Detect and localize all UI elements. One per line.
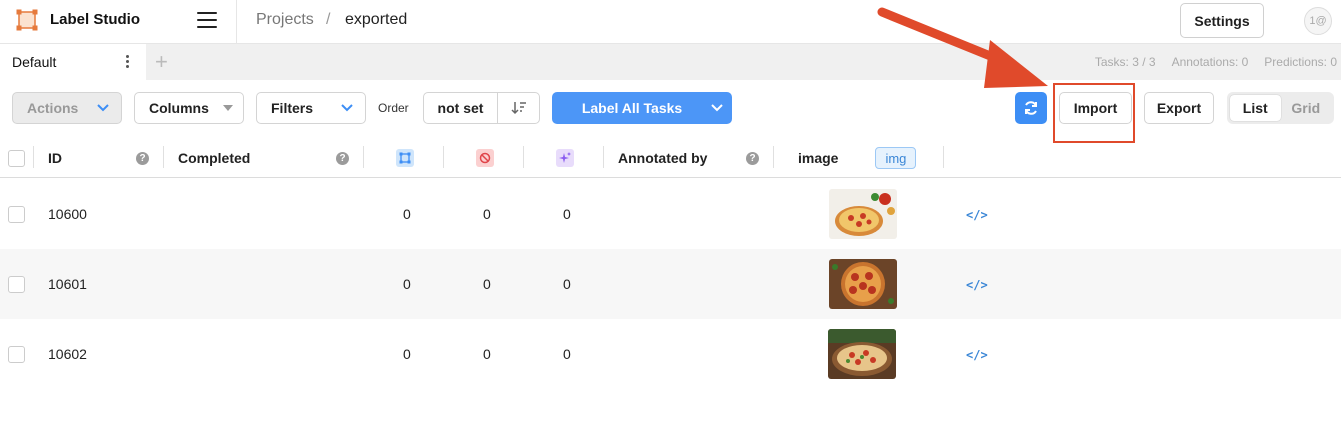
add-tab-button[interactable]: + — [155, 49, 168, 75]
order-value[interactable]: not set — [424, 93, 498, 123]
tab-default-label: Default — [12, 54, 57, 70]
column-header-image[interactable]: image img — [798, 138, 917, 178]
select-all-checkbox[interactable] — [8, 138, 25, 178]
row-checkbox[interactable] — [8, 179, 25, 249]
view-data-code-icon[interactable]: </> — [966, 348, 988, 362]
filters-dropdown[interactable]: Filters — [256, 92, 366, 124]
help-icon[interactable]: ? — [336, 138, 349, 178]
chevron-down-icon — [341, 104, 353, 112]
cancelled-count: 0 — [483, 276, 491, 292]
view-tabs-bar: Default + Tasks: 3 / 3 Annotations: 0 Pr… — [0, 44, 1341, 80]
help-icon[interactable]: ? — [136, 138, 149, 178]
order-label: Order — [378, 101, 409, 115]
total-annotations-count: 0 — [403, 206, 411, 222]
table-row[interactable]: 10600 0 0 0 </> — [0, 179, 1341, 249]
predictions-count: Predictions: 0 — [1264, 55, 1337, 69]
pizza-image-thumbnail[interactable] — [829, 259, 897, 309]
label-studio-logo-icon[interactable] — [16, 9, 38, 31]
pizza-image-thumbnail[interactable] — [828, 329, 896, 379]
top-navigation-bar: Label Studio Projects / exported Setting… — [0, 0, 1341, 44]
task-id: 10600 — [48, 206, 87, 222]
cancelled-count: 0 — [483, 206, 491, 222]
cancelled-count: 0 — [483, 346, 491, 362]
actions-label: Actions — [27, 100, 79, 116]
predictions-count: 0 — [563, 346, 571, 362]
app-name[interactable]: Label Studio — [50, 11, 140, 28]
tab-default[interactable]: Default — [0, 44, 146, 80]
total-annotations-count: 0 — [403, 346, 411, 362]
breadcrumb-separator: / — [326, 11, 331, 28]
breadcrumb-projects-link[interactable]: Projects — [256, 11, 314, 29]
settings-button[interactable]: Settings — [1180, 3, 1264, 38]
view-grid-option[interactable]: Grid — [1281, 95, 1332, 121]
view-list-option[interactable]: List — [1230, 95, 1281, 121]
task-id: 10601 — [48, 276, 87, 292]
header-divider — [236, 0, 237, 44]
view-mode-toggle[interactable]: List Grid — [1227, 92, 1334, 124]
data-manager-toolbar: Actions Columns Filters Order not set La… — [0, 80, 1341, 136]
column-header-completed[interactable]: Completed — [178, 138, 250, 178]
user-avatar[interactable]: 1@ — [1304, 7, 1332, 35]
tasks-table-header: ID ? Completed ? Annotated by ? image im… — [0, 138, 1341, 178]
refresh-icon — [1025, 101, 1037, 115]
annotations-count: Annotations: 0 — [1171, 55, 1249, 69]
view-data-code-icon[interactable]: </> — [966, 278, 988, 292]
actions-dropdown[interactable]: Actions — [12, 92, 122, 124]
tasks-count: Tasks: 3 / 3 — [1094, 55, 1156, 69]
image-type-tag: img — [875, 147, 917, 169]
total-annotations-count: 0 — [403, 276, 411, 292]
import-highlight-box — [1053, 83, 1135, 143]
order-selector[interactable]: not set — [423, 92, 540, 124]
chevron-down-icon — [97, 104, 109, 112]
task-id: 10602 — [48, 346, 87, 362]
predictions-count: 0 — [563, 276, 571, 292]
column-header-image-label: image — [798, 150, 839, 166]
columns-label: Columns — [149, 100, 209, 116]
help-icon[interactable]: ? — [746, 138, 759, 178]
row-checkbox[interactable] — [8, 319, 25, 389]
predictions-sparkle-icon[interactable] — [556, 138, 574, 178]
cancelled-annotations-icon[interactable] — [476, 138, 494, 178]
chevron-down-icon[interactable] — [711, 104, 723, 112]
menu-hamburger-icon[interactable] — [197, 12, 217, 30]
export-button[interactable]: Export — [1144, 92, 1214, 124]
total-annotations-icon[interactable] — [396, 138, 414, 178]
column-header-id[interactable]: ID — [48, 138, 62, 178]
caret-down-icon — [223, 105, 233, 111]
row-checkbox[interactable] — [8, 249, 25, 319]
table-row[interactable]: 10602 0 0 0 </> — [0, 319, 1341, 389]
table-row[interactable]: 10601 0 0 0 </> — [0, 249, 1341, 319]
sort-direction-icon[interactable] — [498, 93, 539, 123]
breadcrumb-current-project[interactable]: exported — [345, 11, 407, 29]
red-arrow-annotation-icon — [877, 7, 1048, 88]
view-data-code-icon[interactable]: </> — [966, 208, 988, 222]
label-all-tasks-button[interactable]: Label All Tasks — [552, 92, 732, 124]
tab-options-kebab-icon[interactable] — [124, 55, 130, 69]
columns-dropdown[interactable]: Columns — [134, 92, 244, 124]
pizza-image-thumbnail[interactable] — [829, 189, 897, 239]
label-all-tasks-label: Label All Tasks — [581, 100, 683, 116]
predictions-count: 0 — [563, 206, 571, 222]
column-header-annotated-by[interactable]: Annotated by — [618, 138, 707, 178]
task-stats: Tasks: 3 / 3 Annotations: 0 Predictions:… — [1095, 55, 1337, 69]
filters-label: Filters — [271, 100, 314, 116]
